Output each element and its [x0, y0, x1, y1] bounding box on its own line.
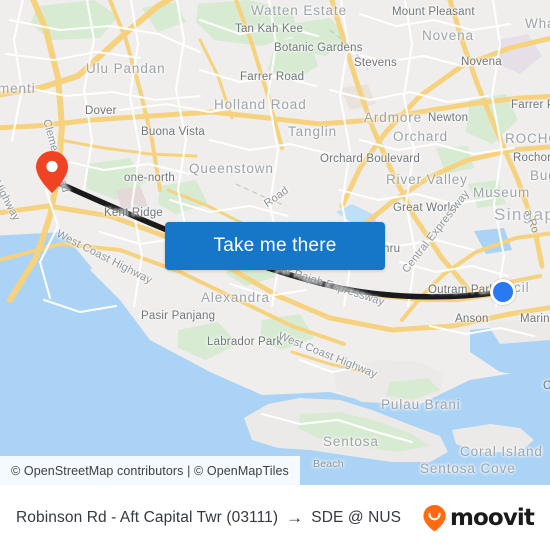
moovit-wordmark: moovit — [449, 504, 535, 531]
moovit-trip-map-screen: Watten EstateMount PleasantWhamTan Kah K… — [0, 0, 550, 550]
take-me-there-button[interactable]: Take me there — [165, 222, 385, 270]
destination-pin-marker[interactable] — [35, 150, 69, 194]
moovit-logo[interactable]: moovit — [422, 504, 535, 532]
origin-dot-marker[interactable] — [490, 279, 516, 305]
arrow-right-icon: → — [286, 508, 304, 527]
moovit-pin-icon — [423, 504, 446, 531]
trip-summary: Robinson Rd - Aft Capital Twr (03111) → … — [16, 509, 401, 527]
map-pin-icon — [36, 151, 68, 193]
trip-footer-bar: Robinson Rd - Aft Capital Twr (03111) → … — [0, 485, 550, 550]
trip-destination-label: SDE @ NUS — [311, 508, 402, 526]
map-attribution[interactable]: © OpenStreetMap contributors | © OpenMap… — [0, 456, 300, 485]
trip-origin-label: Robinson Rd - Aft Capital Twr (03111) — [16, 508, 279, 526]
map-canvas[interactable]: Watten EstateMount PleasantWhamTan Kah K… — [0, 0, 550, 485]
